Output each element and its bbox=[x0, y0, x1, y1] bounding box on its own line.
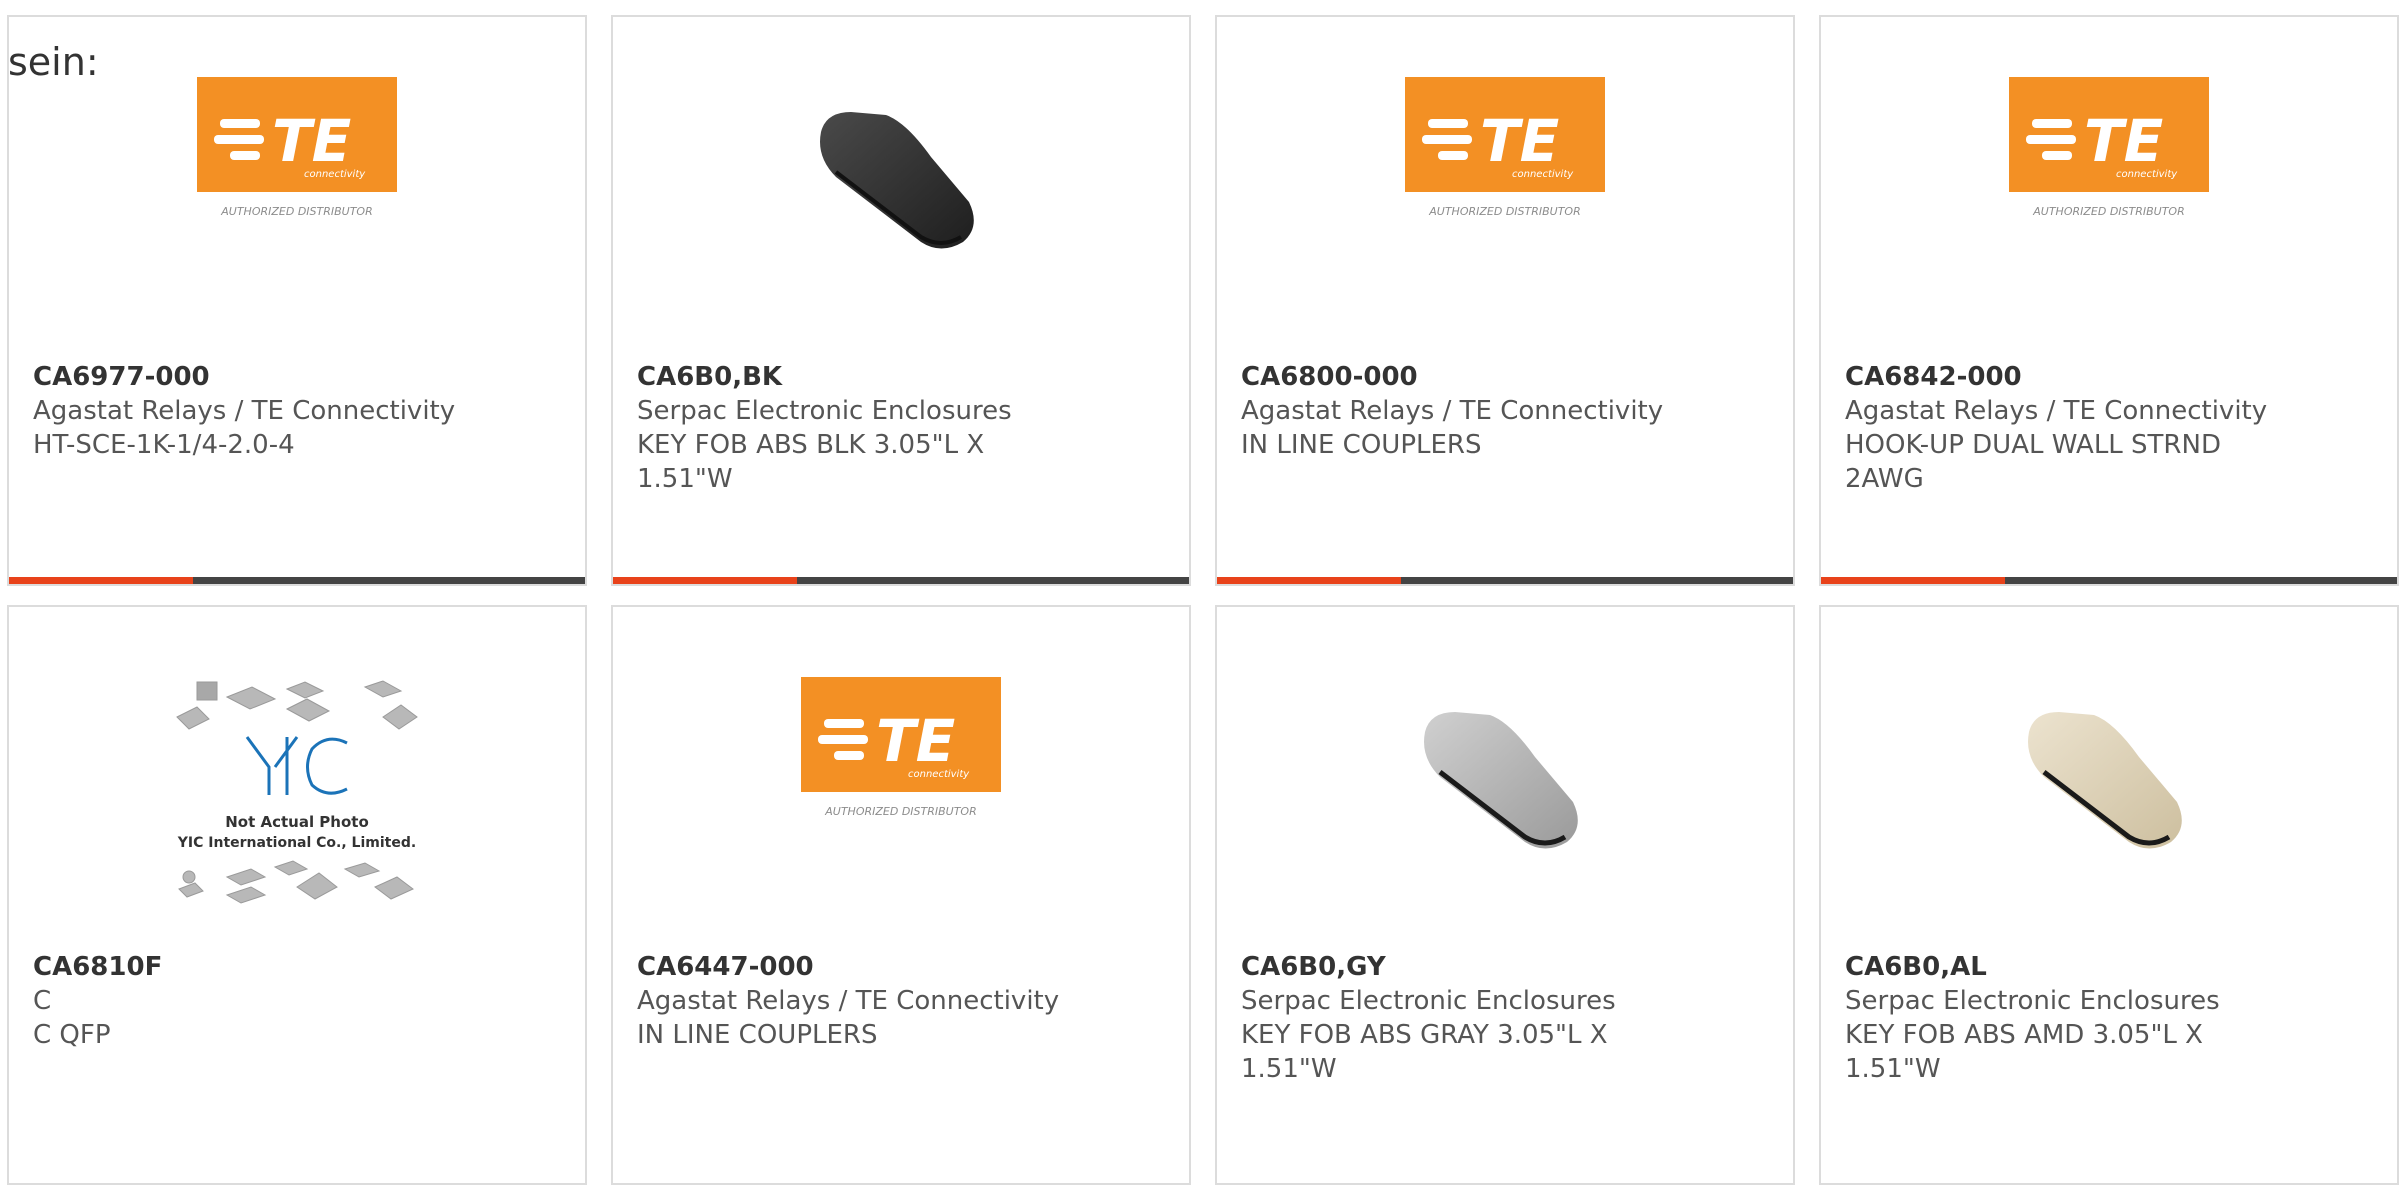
product-image[interactable]: TE connectivity AUTHORIZED DISTRIBUTOR bbox=[1821, 77, 2397, 297]
product-card[interactable]: CA6B0,BK Serpac Electronic Enclosures KE… bbox=[611, 15, 1191, 586]
te-tagline: connectivity bbox=[2116, 169, 2178, 180]
manufacturer: Serpac Electronic Enclosures bbox=[637, 396, 1012, 426]
te-caption: AUTHORIZED DISTRIBUTOR bbox=[220, 205, 373, 218]
product-grid: TE connectivity AUTHORIZED DISTRIBUTOR C… bbox=[0, 0, 2400, 1185]
description: KEY FOB ABS AMD 3.05"L X 1.51"W bbox=[1845, 1020, 2203, 1084]
description: IN LINE COUPLERS bbox=[1241, 430, 1482, 460]
manufacturer: Agastat Relays / TE Connectivity bbox=[637, 986, 1060, 1016]
product-info: CA6800-000 Agastat Relays / TE Connectiv… bbox=[1241, 360, 1769, 462]
te-caption: AUTHORIZED DISTRIBUTOR bbox=[1428, 205, 1581, 218]
card-bottom-bar bbox=[9, 577, 585, 584]
te-logo: TE connectivity AUTHORIZED DISTRIBUTOR bbox=[197, 77, 397, 218]
te-wordmark: TE bbox=[1480, 107, 1559, 175]
te-tagline: connectivity bbox=[908, 769, 970, 780]
card-accent-bar bbox=[9, 577, 193, 584]
key-fob-gray-image bbox=[1424, 712, 1578, 849]
te-tagline: connectivity bbox=[1512, 169, 1574, 180]
card-accent-bar bbox=[1821, 577, 2005, 584]
part-number-link[interactable]: CA6800-000 bbox=[1241, 360, 1769, 394]
product-info: CA6B0,GY Serpac Electronic Enclosures KE… bbox=[1241, 950, 1769, 1086]
key-fob-almond-image bbox=[2028, 712, 2182, 849]
product-image[interactable]: TE connectivity AUTHORIZED DISTRIBUTOR bbox=[9, 77, 585, 297]
te-caption: AUTHORIZED DISTRIBUTOR bbox=[2032, 205, 2185, 218]
te-tagline: connectivity bbox=[304, 169, 366, 180]
product-image[interactable]: TE connectivity AUTHORIZED DISTRIBUTOR bbox=[1217, 77, 1793, 297]
yic-placeholder-image: Not Actual Photo YIC International Co., … bbox=[176, 680, 418, 904]
part-number-link[interactable]: CA6447-000 bbox=[637, 950, 1165, 984]
product-card[interactable]: CA6B0,GY Serpac Electronic Enclosures KE… bbox=[1215, 605, 1795, 1185]
description: IN LINE COUPLERS bbox=[637, 1020, 878, 1050]
product-card[interactable]: TE connectivity AUTHORIZED DISTRIBUTOR C… bbox=[1819, 15, 2399, 586]
product-image[interactable] bbox=[1217, 677, 1793, 897]
card-bottom-bar bbox=[613, 577, 1189, 584]
manufacturer: Serpac Electronic Enclosures bbox=[1241, 986, 1616, 1016]
product-image[interactable]: Not Actual Photo YIC International Co., … bbox=[9, 677, 585, 904]
card-accent-bar bbox=[613, 577, 797, 584]
description: KEY FOB ABS GRAY 3.05"L X 1.51"W bbox=[1241, 1020, 1608, 1084]
manufacturer: Agastat Relays / TE Connectivity bbox=[1241, 396, 1664, 426]
product-image[interactable] bbox=[613, 77, 1189, 297]
te-wordmark: TE bbox=[272, 107, 351, 175]
card-accent-bar bbox=[1217, 577, 1401, 584]
product-image[interactable]: TE connectivity AUTHORIZED DISTRIBUTOR bbox=[613, 677, 1189, 897]
product-card[interactable]: TE connectivity AUTHORIZED DISTRIBUTOR C… bbox=[611, 605, 1191, 1185]
product-info: CA6977-000 Agastat Relays / TE Connectiv… bbox=[33, 360, 561, 462]
te-caption: AUTHORIZED DISTRIBUTOR bbox=[824, 805, 977, 818]
product-info: CA6842-000 Agastat Relays / TE Connectiv… bbox=[1845, 360, 2373, 496]
card-bottom-bar bbox=[1217, 577, 1793, 584]
product-card[interactable]: Not Actual Photo YIC International Co., … bbox=[7, 605, 587, 1185]
te-logo: TE connectivity AUTHORIZED DISTRIBUTOR bbox=[2009, 77, 2209, 218]
description: HT-SCE-1K-1/4-2.0-4 bbox=[33, 430, 295, 460]
manufacturer: C bbox=[33, 986, 52, 1016]
te-wordmark: TE bbox=[876, 707, 955, 775]
product-info: CA6B0,BK Serpac Electronic Enclosures KE… bbox=[637, 360, 1165, 496]
description: HOOK-UP DUAL WALL STRND 2AWG bbox=[1845, 430, 2221, 494]
part-number-link[interactable]: CA6977-000 bbox=[33, 360, 561, 394]
description: C QFP bbox=[33, 1020, 111, 1050]
manufacturer: Agastat Relays / TE Connectivity bbox=[33, 396, 456, 426]
yic-line1: Not Actual Photo bbox=[225, 813, 369, 831]
yic-line2: YIC International Co., Limited. bbox=[177, 835, 416, 851]
te-logo: TE connectivity AUTHORIZED DISTRIBUTOR bbox=[801, 677, 1001, 818]
product-card[interactable]: TE connectivity AUTHORIZED DISTRIBUTOR C… bbox=[1215, 15, 1795, 586]
product-card[interactable]: TE connectivity AUTHORIZED DISTRIBUTOR C… bbox=[7, 15, 587, 586]
part-number-link[interactable]: CA6842-000 bbox=[1845, 360, 2373, 394]
part-number-link[interactable]: CA6B0,BK bbox=[637, 360, 1165, 394]
part-number-link[interactable]: CA6B0,AL bbox=[1845, 950, 2373, 984]
manufacturer: Serpac Electronic Enclosures bbox=[1845, 986, 2220, 1016]
product-info: CA6810F C C QFP bbox=[33, 950, 561, 1052]
description: KEY FOB ABS BLK 3.05"L X 1.51"W bbox=[637, 430, 985, 494]
intro-text: sein: bbox=[8, 40, 99, 84]
product-card[interactable]: CA6B0,AL Serpac Electronic Enclosures KE… bbox=[1819, 605, 2399, 1185]
product-info: CA6B0,AL Serpac Electronic Enclosures KE… bbox=[1845, 950, 2373, 1086]
te-wordmark: TE bbox=[2084, 107, 2163, 175]
part-number-link[interactable]: CA6810F bbox=[33, 950, 561, 984]
product-image[interactable] bbox=[1821, 677, 2397, 897]
te-logo: TE connectivity AUTHORIZED DISTRIBUTOR bbox=[1405, 77, 1605, 218]
part-number-link[interactable]: CA6B0,GY bbox=[1241, 950, 1769, 984]
product-info: CA6447-000 Agastat Relays / TE Connectiv… bbox=[637, 950, 1165, 1052]
key-fob-black-image bbox=[820, 112, 974, 249]
card-bottom-bar bbox=[1821, 577, 2397, 584]
manufacturer: Agastat Relays / TE Connectivity bbox=[1845, 396, 2268, 426]
